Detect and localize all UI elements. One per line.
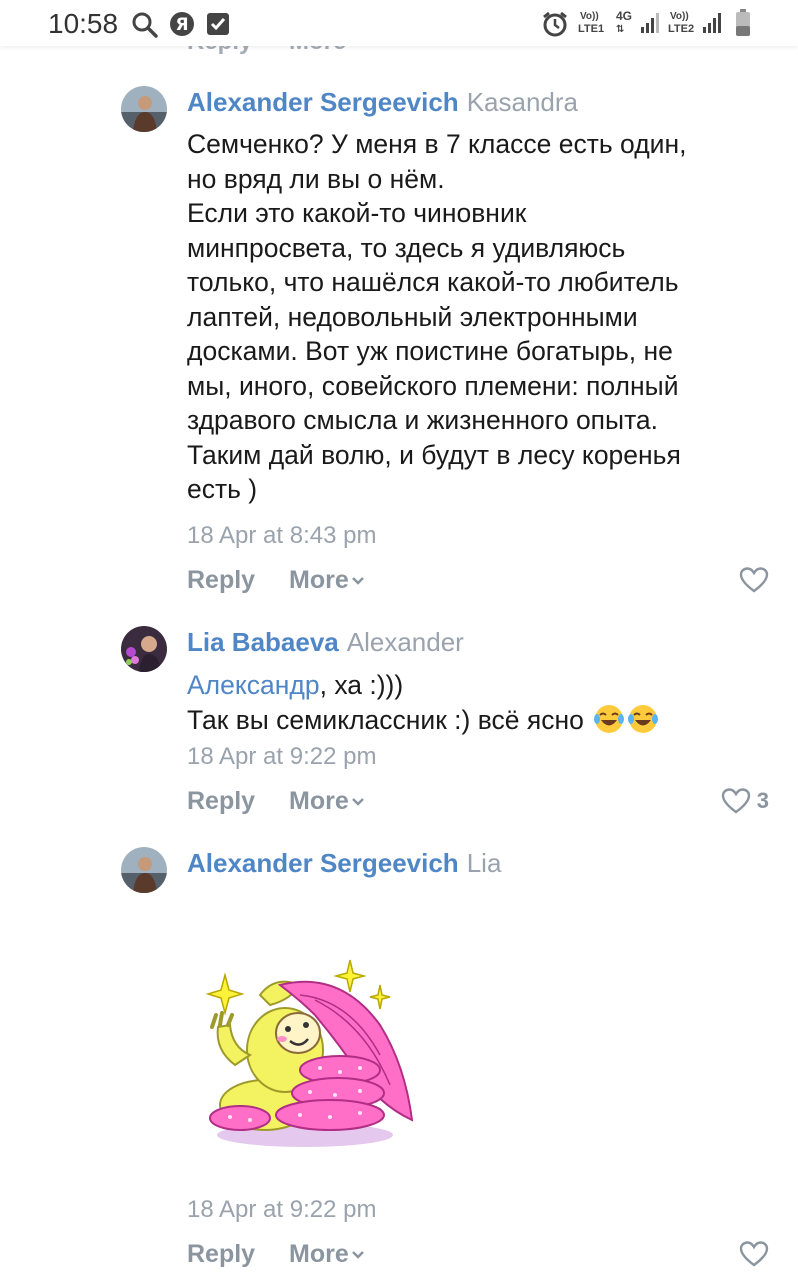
- avatar[interactable]: [121, 847, 167, 893]
- reply-button[interactable]: Reply: [187, 787, 255, 816]
- text-line: Так вы семиклассник :) всё ясно: [187, 703, 767, 744]
- text-fragment: Так вы семиклассник :) всё ясно: [187, 704, 584, 735]
- comment-header: Lia Babaeva Alexander: [187, 627, 464, 658]
- more-button[interactable]: More: [289, 1240, 365, 1269]
- text-line: здравого смысла и жизненного опыта.: [187, 405, 659, 435]
- comment-actions: Reply More: [187, 1240, 769, 1272]
- author-name[interactable]: Alexander Sergeevich: [187, 848, 459, 878]
- more-button[interactable]: More: [289, 566, 365, 595]
- author-name[interactable]: Alexander Sergeevich: [187, 87, 459, 117]
- like-button[interactable]: [739, 1240, 769, 1268]
- reply-button[interactable]: Reply: [187, 566, 255, 595]
- alarm-icon: [541, 11, 569, 42]
- avatar[interactable]: [121, 86, 167, 132]
- heart-icon: [721, 788, 750, 814]
- mention-link[interactable]: Александр: [187, 670, 320, 700]
- text-line: лаптей, недовольный электронными: [187, 301, 638, 332]
- comment-header: Alexander Sergeevich Kasandra: [187, 87, 578, 118]
- text-fragment: , ха :))): [319, 670, 404, 700]
- comment-header: Alexander Sergeevich Lia: [187, 848, 501, 879]
- author-name[interactable]: Lia Babaeva: [187, 627, 339, 657]
- more-button[interactable]: More: [289, 787, 365, 816]
- like-button[interactable]: 3: [721, 787, 769, 815]
- sim1-label: LTE1: [578, 23, 605, 35]
- reply-to-name[interactable]: Lia: [467, 848, 502, 878]
- signal-sim2-icon: [702, 12, 724, 39]
- comment-date: 18 Apr at 9:22 pm: [187, 1196, 377, 1223]
- comment-date: 18 Apr at 8:43 pm: [187, 522, 377, 549]
- reply-to-name[interactable]: Alexander: [347, 627, 464, 657]
- more-label: More: [289, 566, 349, 594]
- status-bar: 10:58 Я Vo)) LTE1 4G ⇅ Vo)) LTE2: [0, 0, 798, 46]
- chevron-down-icon: [351, 577, 364, 586]
- reply-to-name[interactable]: Kasandra: [467, 87, 578, 117]
- text-line: Таким дай волю, и будут в лесу коренья: [187, 439, 681, 470]
- chevron-down-icon: [351, 798, 364, 807]
- text-line: Семченко? У меня в 7 классе есть один,: [187, 129, 687, 159]
- reply-button[interactable]: Reply: [187, 1240, 255, 1269]
- sim2-label: LTE2: [668, 23, 695, 35]
- like-count: 3: [756, 788, 769, 813]
- svg-text:Я: Я: [175, 15, 188, 35]
- sim1-volte: Vo)): [580, 11, 599, 22]
- comment-text: Семченко? У меня в 7 классе есть один, н…: [187, 127, 767, 507]
- more-label: More: [289, 787, 349, 815]
- text-line: досками. Вот уж поистине богатырь, не: [187, 336, 673, 366]
- search-icon: [132, 12, 158, 43]
- heart-icon: [739, 567, 769, 593]
- battery-icon: [735, 9, 751, 42]
- comment-text: Александр, ха :))) Так вы семиклассник :…: [187, 668, 767, 743]
- chevron-down-icon: [351, 1251, 364, 1260]
- text-line: есть ): [187, 474, 258, 504]
- text-line: Если это какой-то чиновник: [187, 198, 527, 228]
- text-line: Александр, ха :))): [187, 668, 767, 703]
- avatar[interactable]: [121, 626, 167, 672]
- sticker-image[interactable]: [190, 955, 430, 1160]
- data-arrows-icon: ⇅: [616, 24, 625, 35]
- text-line: минпросвета, то здесь я удивляюсь: [187, 232, 626, 263]
- network-type: 4G: [616, 9, 633, 23]
- comment-actions: Reply More 3: [187, 787, 769, 819]
- text-line: но вряд ли вы о нём.: [187, 163, 445, 194]
- like-button[interactable]: [739, 566, 769, 594]
- comment-actions: Reply More: [187, 566, 769, 598]
- checkbox-notification-icon: [206, 12, 230, 41]
- tears-of-joy-emoji: [593, 703, 661, 744]
- heart-icon: [739, 1241, 769, 1267]
- text-line: мы, иного, совейского племени: полный: [187, 370, 679, 401]
- more-label: More: [289, 1240, 349, 1268]
- comment-date: 18 Apr at 9:22 pm: [187, 743, 377, 770]
- status-time: 10:58: [48, 8, 119, 39]
- sim2-volte: Vo)): [670, 11, 689, 22]
- signal-sim1-icon: [640, 12, 662, 39]
- yandex-icon: Я: [169, 11, 195, 42]
- text-line: только, что нашёлся какой-то любитель: [187, 267, 679, 297]
